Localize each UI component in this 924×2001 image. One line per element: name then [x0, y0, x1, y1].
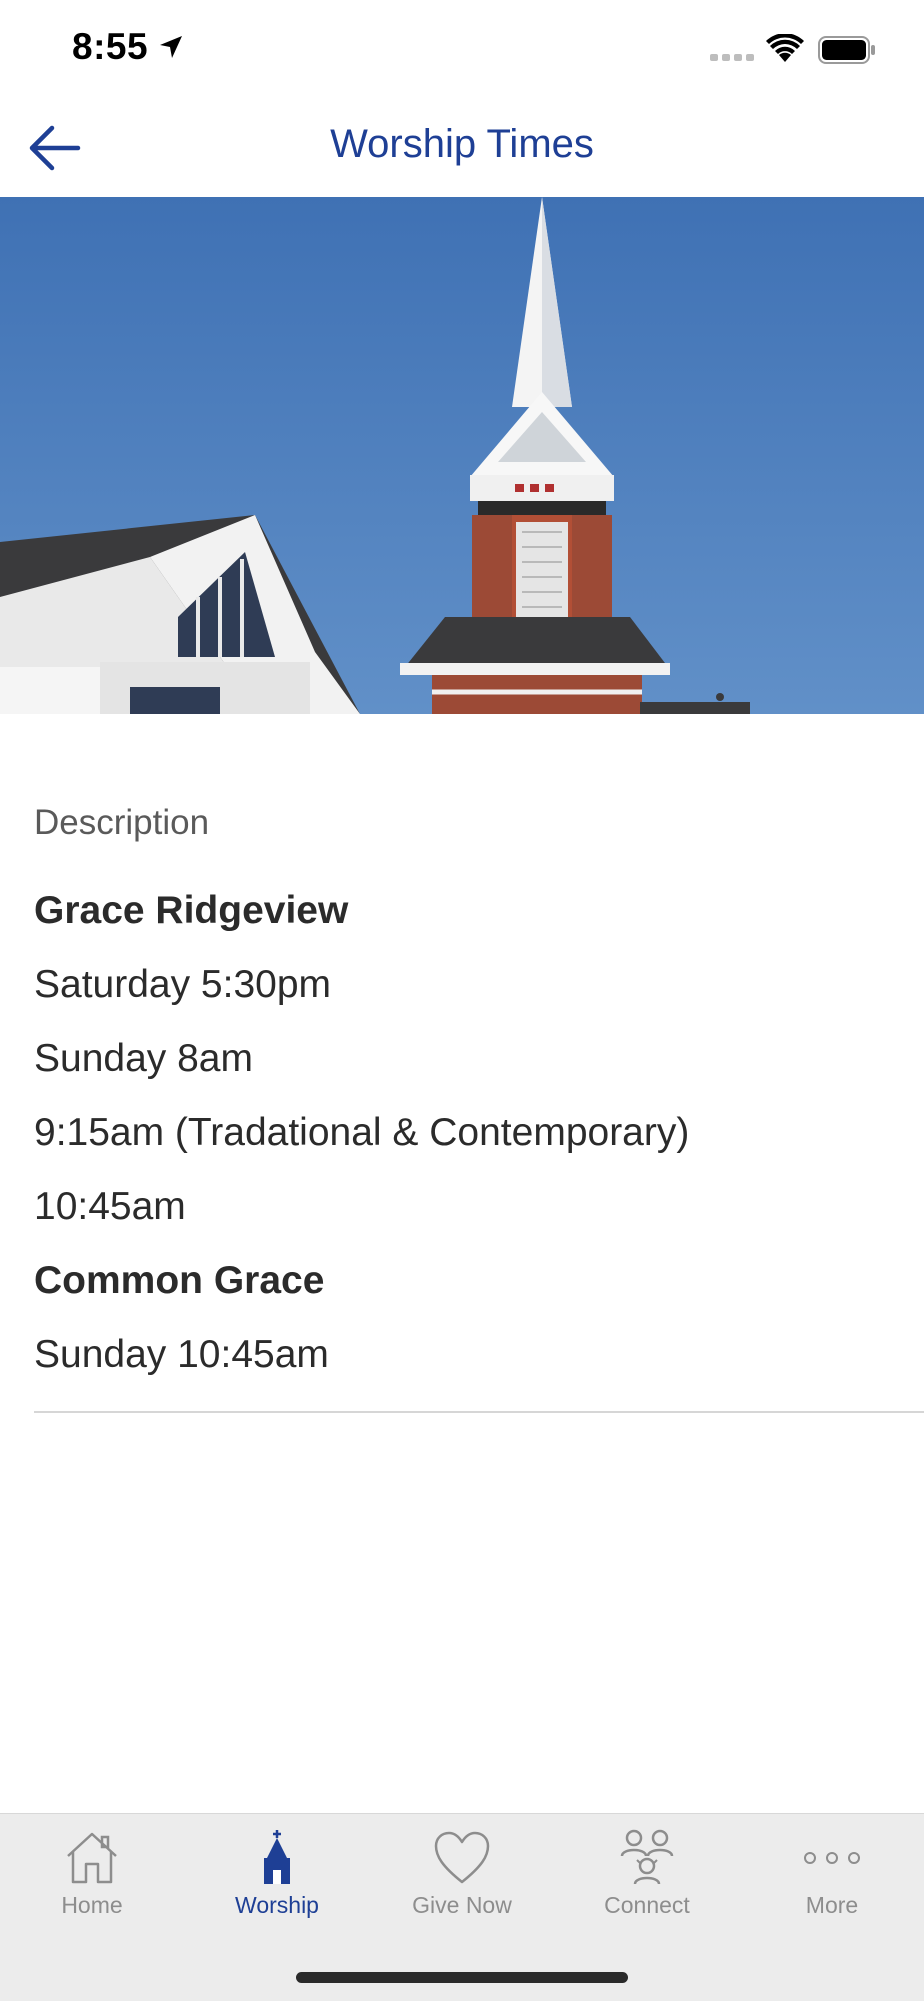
nav-bar: Worship Times	[0, 100, 924, 196]
location-heading-common-grace: Common Grace	[34, 1259, 325, 1302]
section-label: Description	[34, 803, 210, 842]
church-icon	[264, 1830, 290, 1884]
tab-connect[interactable]: Connect	[555, 1828, 739, 1938]
tab-home[interactable]: Home	[0, 1828, 184, 1938]
service-time: Sunday 10:45am	[34, 1333, 329, 1376]
location-heading-grace-ridgeview: Grace Ridgeview	[34, 889, 349, 932]
cellular-signal-icon	[710, 54, 754, 61]
status-bar: 8:55	[0, 0, 924, 100]
tab-more[interactable]: More	[740, 1828, 924, 1938]
church-steeple-image	[0, 197, 924, 714]
home-indicator	[296, 1972, 628, 1983]
description-section: Description Grace Ridgeview Saturday 5:3…	[34, 792, 924, 1392]
battery-icon	[818, 36, 875, 64]
service-time: 10:45am	[34, 1185, 186, 1228]
tab-worship[interactable]: Worship	[185, 1828, 369, 1938]
service-time: Saturday 5:30pm	[34, 963, 332, 1006]
location-arrow-icon	[160, 36, 182, 58]
service-time: Sunday 8am	[34, 1037, 253, 1080]
status-time: 8:55	[72, 26, 149, 67]
wifi-icon	[766, 34, 804, 62]
tab-label: Worship	[235, 1892, 319, 1918]
people-icon	[620, 1829, 674, 1885]
tab-label: Give Now	[412, 1892, 512, 1918]
divider	[34, 1411, 924, 1413]
heart-icon	[434, 1831, 490, 1884]
page-title: Worship Times	[330, 122, 594, 166]
tab-label: Connect	[604, 1892, 690, 1918]
service-time: 9:15am (Tradational & Contemporary)	[34, 1111, 690, 1154]
more-icon	[804, 1852, 860, 1864]
tab-label: More	[805, 1892, 859, 1918]
tab-give-now[interactable]: Give Now	[370, 1828, 554, 1938]
tab-label: Home	[61, 1892, 123, 1918]
home-icon	[67, 1832, 117, 1884]
